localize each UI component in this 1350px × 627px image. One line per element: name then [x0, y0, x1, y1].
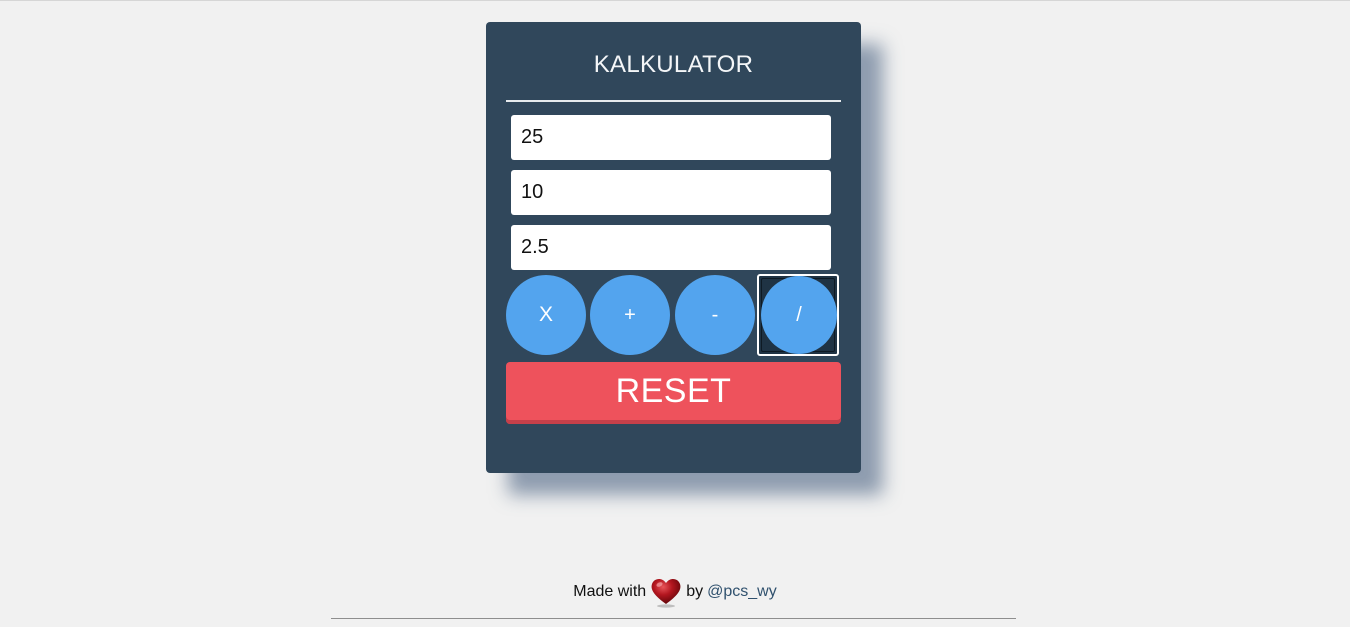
footer-divider: [331, 618, 1016, 619]
subtract-button[interactable]: -: [675, 275, 755, 355]
first-number-input[interactable]: [511, 115, 831, 160]
reset-button[interactable]: RESET: [506, 362, 841, 424]
calculator-title: KALKULATOR: [593, 51, 754, 78]
calculator-panel: KALKULATOR X + - / RESET: [486, 22, 861, 473]
add-button[interactable]: +: [590, 275, 670, 355]
footer: Made with by @pcs_wy: [0, 575, 1350, 609]
footer-made-with-text: Made with: [573, 583, 647, 600]
title-divider: [506, 100, 841, 102]
result-input[interactable]: [511, 225, 831, 270]
divide-button[interactable]: /: [761, 276, 837, 354]
second-number-input[interactable]: [511, 170, 831, 215]
multiply-button[interactable]: X: [506, 275, 586, 355]
footer-content: Made with by @pcs_wy: [573, 575, 777, 609]
heart-icon: [649, 575, 683, 609]
footer-by-text: by: [686, 583, 704, 600]
author-link[interactable]: @pcs_wy: [707, 583, 777, 601]
